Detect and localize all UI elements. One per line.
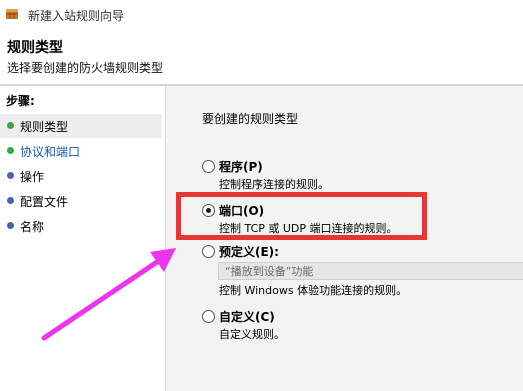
window-title: 新建入站规则向导 [28, 9, 125, 23]
predefined-select[interactable]: “播放到设备”功能 [218, 262, 523, 280]
sidebar-item-label: 操作 [20, 170, 45, 184]
sidebar-item-label: 配置文件 [20, 195, 69, 209]
option-description: 控制 Windows 体验功能连接的规则。 [219, 284, 408, 297]
step-bullet-icon [7, 222, 14, 229]
steps-heading: 步骤: [6, 94, 35, 108]
step-bullet-icon [7, 147, 14, 154]
step-bullet-icon [7, 197, 14, 204]
option-description: 自定义规则。 [219, 328, 285, 341]
wizard-header: 规则类型 选择要创建的防火墙规则类型 [0, 28, 523, 84]
steps-sidebar: 步骤: 规则类型 协议和端口 操作 配置文件 名称 [0, 86, 166, 391]
panel-heading: 要创建的规则类型 [202, 112, 299, 126]
sidebar-item-protocol-port[interactable]: 协议和端口 [0, 139, 162, 163]
step-bullet-icon [7, 122, 14, 129]
option-description: 控制程序连接的规则。 [219, 178, 329, 191]
option-title: 自定义(C) [219, 310, 275, 324]
option-title: 程序(P) [219, 160, 263, 174]
step-bullet-icon [7, 172, 14, 179]
sidebar-item-rule-type[interactable]: 规则类型 [0, 114, 162, 138]
page-subtitle: 选择要创建的防火墙规则类型 [7, 61, 164, 75]
sidebar-item-action[interactable]: 操作 [0, 164, 162, 188]
predefined-radio[interactable] [202, 245, 215, 258]
sidebar-item-label: 规则类型 [20, 120, 69, 134]
sidebar-item-label: 名称 [20, 220, 45, 234]
sidebar-item-profile[interactable]: 配置文件 [0, 189, 162, 213]
option-title: 预定义(E): [219, 245, 279, 259]
program-radio[interactable] [202, 160, 215, 173]
custom-radio[interactable] [202, 310, 215, 323]
sidebar-item-name[interactable]: 名称 [0, 214, 162, 238]
firewall-app-icon [6, 9, 18, 19]
sidebar-item-label: 协议和端口 [20, 145, 81, 159]
title-bar: 新建入站规则向导 [0, 0, 523, 28]
highlight-box-annotation [176, 192, 427, 240]
page-title: 规则类型 [7, 40, 63, 56]
